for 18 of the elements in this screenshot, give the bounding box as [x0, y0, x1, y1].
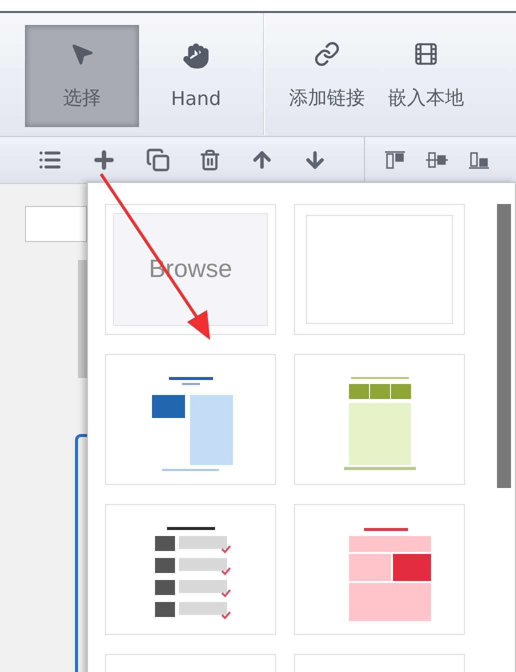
- tool-button[interactable]: 添加链接: [275, 25, 379, 127]
- hand-icon: [182, 42, 210, 70]
- tool-button[interactable]: 嵌入本地: [379, 25, 473, 127]
- scrollbar[interactable]: [78, 260, 87, 378]
- tool-button[interactable]: 选择: [25, 25, 139, 127]
- scrollbar[interactable]: [497, 204, 511, 488]
- tool-button[interactable]: Hand: [139, 25, 253, 127]
- link-icon: [314, 41, 340, 67]
- copy-icon[interactable]: [144, 146, 172, 174]
- template-thumbnail[interactable]: [105, 354, 276, 485]
- template-thumbnail[interactable]: [294, 354, 465, 485]
- input-field[interactable]: [25, 206, 87, 242]
- align-icon[interactable]: [383, 150, 407, 170]
- template-thumbnail[interactable]: [105, 504, 276, 635]
- align-icon[interactable]: [425, 150, 449, 170]
- template-thumbnail[interactable]: [294, 504, 465, 635]
- align-icon[interactable]: [467, 150, 491, 170]
- film-icon: [413, 41, 439, 67]
